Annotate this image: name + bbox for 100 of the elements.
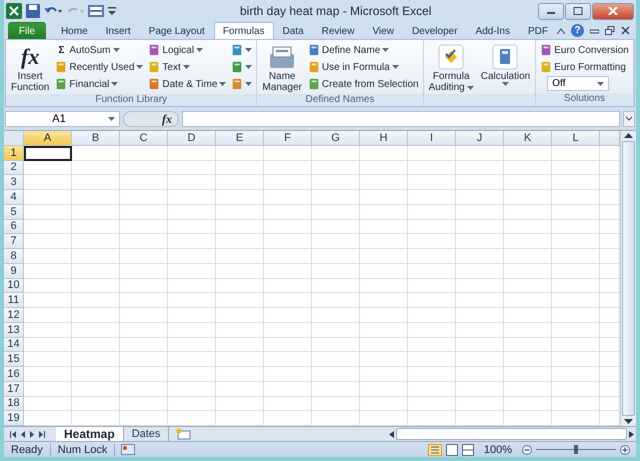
form-icon[interactable] (88, 5, 104, 17)
ribbon-button[interactable]: Date & Time (147, 76, 228, 92)
normal-view-icon[interactable] (428, 444, 442, 456)
cell[interactable] (24, 190, 72, 205)
scroll-right-icon[interactable] (629, 430, 634, 438)
cell[interactable] (24, 338, 72, 352)
cell[interactable] (456, 308, 504, 323)
cell[interactable] (264, 175, 312, 190)
cell[interactable] (216, 160, 264, 176)
horizontal-scrollbar[interactable] (396, 428, 627, 440)
cell[interactable] (264, 264, 312, 278)
cell[interactable] (312, 264, 360, 278)
ribbon-tab[interactable]: Developer (402, 22, 467, 39)
row-header[interactable]: 3 (4, 175, 24, 190)
cell[interactable] (24, 249, 72, 264)
zoom-in-icon[interactable] (620, 444, 630, 454)
close-button[interactable] (592, 2, 634, 20)
cell[interactable] (168, 278, 216, 294)
cell[interactable] (72, 220, 120, 234)
cell[interactable] (456, 160, 504, 176)
first-sheet-icon[interactable] (10, 430, 16, 438)
cell[interactable] (264, 249, 312, 264)
cell[interactable] (168, 382, 216, 396)
ribbon-button[interactable]: Define Name (306, 42, 420, 58)
column-header[interactable]: F (264, 131, 312, 146)
ribbon-large-button[interactable]: Name Manager (260, 42, 304, 94)
collapse-ribbon-icon[interactable] (557, 28, 565, 34)
previous-sheet-icon[interactable] (21, 430, 25, 438)
ribbon-button[interactable]: Logical (147, 42, 228, 58)
ribbon-tab[interactable]: Page Layout (140, 22, 214, 39)
cell[interactable] (120, 352, 168, 367)
cell[interactable] (456, 338, 504, 352)
cell[interactable] (408, 338, 456, 352)
cell[interactable] (216, 396, 264, 412)
cell[interactable] (72, 204, 120, 220)
select-all-corner[interactable] (4, 131, 24, 146)
cell[interactable] (456, 220, 504, 234)
zoom-slider-thumb[interactable] (574, 445, 578, 454)
cell[interactable] (504, 382, 552, 396)
cell[interactable] (360, 220, 408, 234)
cell[interactable] (168, 234, 216, 249)
cell[interactable] (24, 367, 72, 382)
ribbon-tab[interactable]: Insert (96, 22, 140, 39)
cell[interactable] (456, 146, 504, 160)
ribbon-tab[interactable]: Add-Ins (466, 22, 519, 39)
cell[interactable] (24, 234, 72, 249)
cell[interactable] (312, 146, 360, 160)
maximize-button[interactable] (565, 2, 591, 20)
cell[interactable] (360, 293, 408, 308)
cell[interactable] (264, 308, 312, 323)
scroll-down-icon[interactable] (624, 419, 633, 424)
row-header[interactable]: 1 (4, 146, 24, 160)
cell[interactable] (72, 396, 120, 412)
cell[interactable] (504, 367, 552, 382)
cell[interactable] (120, 322, 168, 338)
cell[interactable] (504, 204, 552, 220)
ribbon-button[interactable]: Euro Conversion (539, 42, 630, 58)
cell[interactable] (408, 160, 456, 176)
macro-record-icon[interactable] (121, 444, 136, 455)
column-header[interactable]: A (24, 131, 72, 146)
cell[interactable] (504, 293, 552, 308)
cell[interactable] (312, 220, 360, 234)
cell[interactable] (264, 278, 312, 294)
scroll-thumb[interactable] (622, 141, 635, 416)
cell[interactable] (120, 264, 168, 278)
save-icon[interactable] (26, 4, 40, 18)
cell[interactable] (504, 220, 552, 234)
ribbon-tab[interactable]: Home (52, 22, 97, 39)
ribbon-button[interactable]: Euro Formatting (539, 59, 630, 75)
cell[interactable] (408, 175, 456, 190)
row-header[interactable]: 9 (4, 264, 24, 278)
cell[interactable] (72, 264, 120, 278)
cell[interactable] (120, 146, 168, 160)
ribbon-button[interactable]: Financial (54, 76, 144, 92)
cell[interactable] (168, 220, 216, 234)
ribbon-button[interactable] (230, 59, 254, 75)
cell[interactable] (456, 234, 504, 249)
formula-input[interactable] (182, 111, 620, 127)
cell[interactable] (120, 382, 168, 396)
cell[interactable] (408, 396, 456, 412)
cell[interactable] (168, 338, 216, 352)
cell[interactable] (552, 396, 600, 412)
cell[interactable] (552, 308, 600, 323)
cell[interactable] (360, 234, 408, 249)
cell[interactable] (264, 190, 312, 205)
cell[interactable] (264, 396, 312, 412)
cell[interactable] (24, 293, 72, 308)
cell[interactable] (216, 322, 264, 338)
cell[interactable] (312, 367, 360, 382)
ribbon-tab[interactable]: Data (274, 22, 313, 39)
cell[interactable] (456, 190, 504, 205)
page-layout-icon[interactable] (446, 444, 458, 456)
cell[interactable] (504, 249, 552, 264)
cell[interactable] (72, 190, 120, 205)
cell[interactable] (360, 382, 408, 396)
cell[interactable] (216, 367, 264, 382)
cell[interactable] (552, 278, 600, 294)
cell[interactable] (168, 396, 216, 412)
scroll-left-icon[interactable] (389, 430, 394, 438)
cell[interactable] (216, 293, 264, 308)
